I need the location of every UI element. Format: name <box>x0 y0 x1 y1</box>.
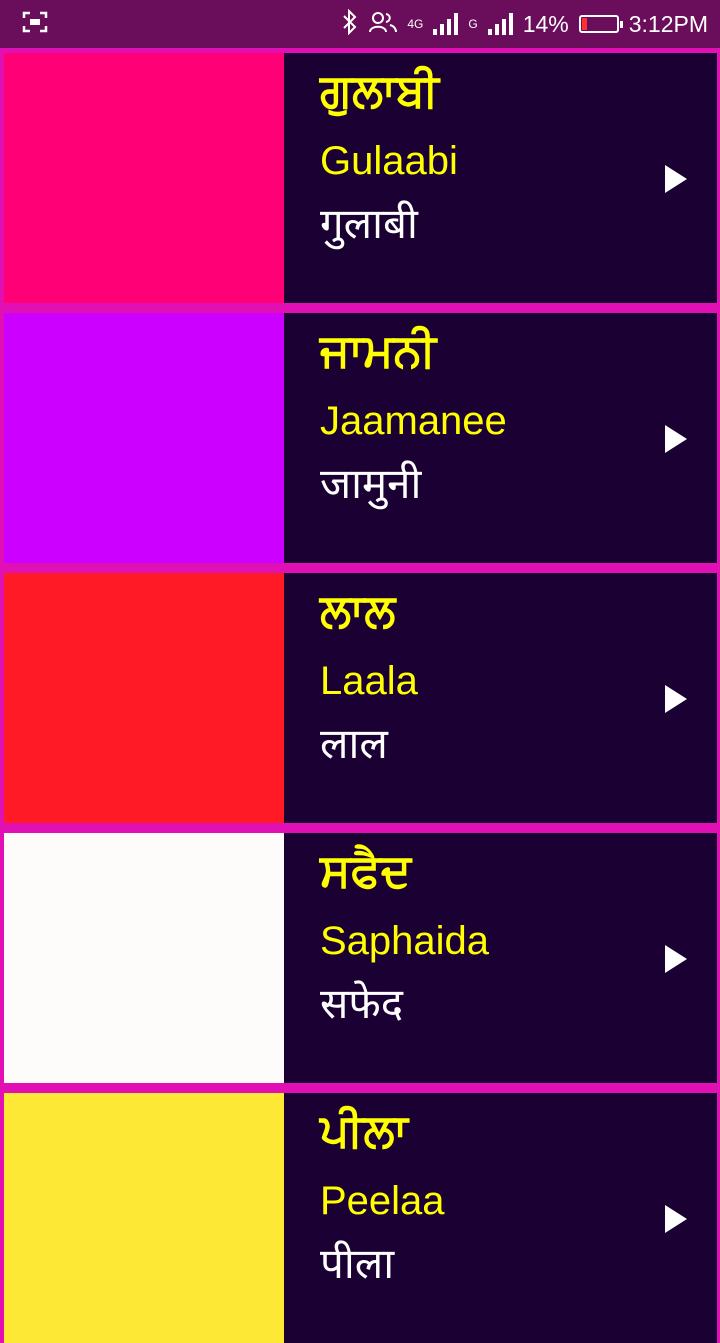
color-row-pink[interactable]: ਗੁਲਾਬੀ Gulaabi गुलाबी <box>4 53 717 303</box>
transliteration: Laala <box>320 659 418 703</box>
hindi-word: सफेद <box>320 979 404 1028</box>
transliteration: Peelaa <box>320 1179 445 1223</box>
color-row-yellow[interactable]: ਪੀਲਾ Peelaa पीला <box>4 1093 717 1343</box>
signal-4g-icon <box>433 13 459 35</box>
hindi-word: गुलाबी <box>320 199 418 248</box>
clock: 3:12PM <box>628 10 708 37</box>
color-info-panel: ਪੀਲਾ Peelaa पीला <box>284 1093 717 1343</box>
contacts-icon <box>369 11 398 37</box>
color-swatch <box>4 573 284 823</box>
battery-level-fill <box>581 18 587 30</box>
hindi-word: पीला <box>320 1239 395 1288</box>
hindi-word: लाल <box>320 719 388 768</box>
punjabi-word: ਗੁਲਾਬੀ <box>320 63 439 117</box>
punjabi-word: ਪੀਲਾ <box>320 1103 408 1157</box>
color-swatch <box>4 1093 284 1343</box>
color-swatch <box>4 313 284 563</box>
status-bar: 4G G 14% 3:12PM <box>0 0 720 48</box>
signal-g-icon <box>487 13 513 35</box>
color-info-panel: ਜਾਮਨੀ Jaamanee जामुनी <box>284 313 717 563</box>
battery-percent: 14% <box>522 10 569 37</box>
hindi-word: जामुनी <box>320 459 422 508</box>
color-row-red[interactable]: ਲਾਲ Laala लाल <box>4 573 717 823</box>
play-icon[interactable] <box>665 165 687 193</box>
network-g-label: G <box>468 17 478 31</box>
battery-icon <box>578 15 623 33</box>
play-icon[interactable] <box>665 945 687 973</box>
color-row-white[interactable]: ਸਫੈਦ Saphaida सफेद <box>4 833 717 1083</box>
color-swatch <box>4 833 284 1083</box>
punjabi-word: ਲਾਲ <box>320 583 396 637</box>
color-info-panel: ਸਫੈਦ Saphaida सफेद <box>284 833 717 1083</box>
color-info-panel: ਲਾਲ Laala लाल <box>284 573 717 823</box>
screenshot-icon <box>22 11 48 37</box>
transliteration: Gulaabi <box>320 139 458 183</box>
transliteration: Jaamanee <box>320 399 507 443</box>
color-row-purple[interactable]: ਜਾਮਨੀ Jaamanee जामुनी <box>4 313 717 563</box>
punjabi-word: ਜਾਮਨੀ <box>320 323 437 377</box>
color-swatch <box>4 53 284 303</box>
play-icon[interactable] <box>665 1205 687 1233</box>
punjabi-word: ਸਫੈਦ <box>320 843 412 897</box>
transliteration: Saphaida <box>320 919 490 963</box>
network-4g-label: 4G <box>407 17 424 31</box>
color-info-panel: ਗੁਲਾਬੀ Gulaabi गुलाबी <box>284 53 717 303</box>
play-icon[interactable] <box>665 685 687 713</box>
play-icon[interactable] <box>665 425 687 453</box>
bluetooth-icon <box>341 8 359 39</box>
